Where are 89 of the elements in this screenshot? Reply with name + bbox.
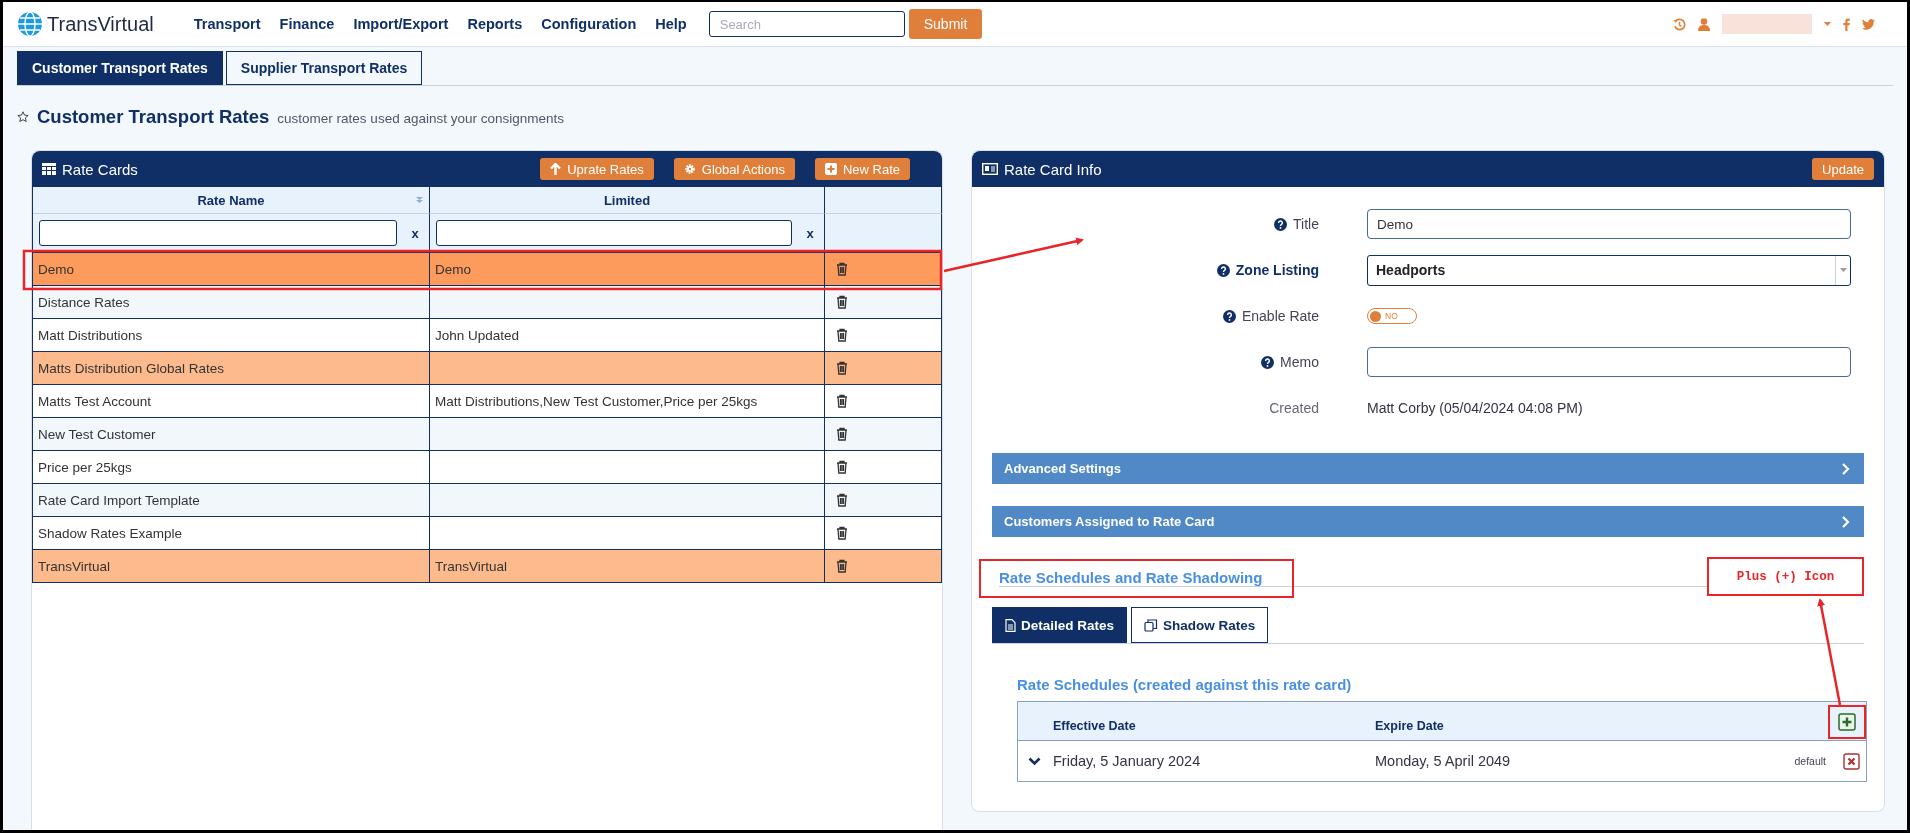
field-label: Created bbox=[1269, 399, 1319, 418]
table-cell[interactable]: Rate Card Import Template bbox=[33, 484, 430, 517]
add-icon[interactable] bbox=[1838, 713, 1856, 731]
trash-icon[interactable] bbox=[836, 394, 848, 408]
trash-icon[interactable] bbox=[836, 460, 848, 474]
arrow-up-icon bbox=[550, 163, 562, 175]
nav-menu-item[interactable]: Transport bbox=[193, 16, 261, 32]
table-cell: TransVirtual bbox=[430, 550, 825, 583]
collapsible-section[interactable]: Customers Assigned to Rate Card bbox=[992, 506, 1864, 537]
collapsible-section[interactable]: Advanced Settings bbox=[992, 453, 1864, 484]
field-label: Zone Listing bbox=[1216, 247, 1319, 293]
delete-icon[interactable] bbox=[1843, 752, 1860, 770]
table-cell[interactable]: TransVirtual bbox=[33, 550, 430, 583]
caret-down-icon[interactable] bbox=[1839, 268, 1847, 272]
globe-logo-icon bbox=[17, 11, 43, 37]
panel-title: Rate Cards bbox=[62, 160, 138, 178]
expire-date: Monday, 5 April 2049 bbox=[1375, 753, 1512, 769]
star-icon[interactable] bbox=[17, 111, 29, 123]
caret-down-icon[interactable] bbox=[1824, 22, 1831, 26]
nav-menu-item[interactable]: Help bbox=[655, 16, 687, 32]
trash-icon[interactable] bbox=[836, 559, 848, 573]
schedules-subtitle: Rate Schedules (created against this rate card) bbox=[1017, 676, 1353, 693]
help-icon bbox=[1222, 309, 1236, 323]
field-label: Memo bbox=[1261, 339, 1319, 385]
created-value: Matt Corby (05/04/2024 04:08 PM) bbox=[1367, 400, 1584, 416]
page-title: Customer Transport Rates bbox=[37, 106, 270, 128]
trash-icon[interactable] bbox=[836, 361, 848, 375]
table-icon bbox=[42, 163, 56, 175]
schedule-tab[interactable]: Detailed Rates bbox=[992, 607, 1128, 643]
table-cell: Demo bbox=[430, 253, 825, 286]
brand-name: TransVirtual bbox=[47, 12, 154, 36]
copy-icon bbox=[1144, 618, 1159, 632]
text-field[interactable]: Demo bbox=[1367, 209, 1851, 239]
column-header[interactable]: Rate Name bbox=[33, 187, 430, 214]
twitter-icon[interactable] bbox=[1862, 18, 1875, 30]
table-cell[interactable]: Matt Distributions bbox=[33, 319, 430, 352]
nav-menu-item[interactable]: Finance bbox=[279, 16, 335, 32]
table-cell[interactable]: Matts Distribution Global Rates bbox=[33, 352, 430, 385]
history-icon[interactable] bbox=[1673, 17, 1686, 31]
chevron-right-icon bbox=[1841, 515, 1850, 528]
annotation-label: Plus (+) Icon bbox=[1707, 557, 1864, 596]
column-header: Expire Date bbox=[1375, 719, 1445, 735]
help-icon bbox=[1261, 355, 1275, 369]
trash-icon[interactable] bbox=[836, 262, 848, 276]
nav-menu-item[interactable]: Configuration bbox=[541, 16, 637, 32]
table-cell: John Updated bbox=[430, 319, 825, 352]
table-cell: Matt Distributions,New Test Customer,Price per 25kgs bbox=[430, 385, 825, 418]
table-cell[interactable]: Price per 25kgs bbox=[33, 451, 430, 484]
page-subtitle: customer rates used against your consignments bbox=[277, 111, 564, 126]
chevron-right-icon bbox=[1841, 462, 1850, 475]
help-icon bbox=[1274, 217, 1288, 231]
column-header[interactable]: Limited bbox=[430, 187, 825, 214]
user-icon[interactable] bbox=[1698, 17, 1710, 31]
trash-icon[interactable] bbox=[836, 295, 848, 309]
field-label: Title bbox=[1274, 201, 1319, 247]
gear-icon bbox=[683, 163, 696, 175]
trash-icon[interactable] bbox=[836, 526, 848, 540]
field-label: Enable Rate bbox=[1222, 293, 1319, 339]
table-cell[interactable]: Demo bbox=[33, 253, 430, 286]
table-cell[interactable]: Shadow Rates Example bbox=[33, 517, 430, 550]
table-cell[interactable]: New Test Customer bbox=[33, 418, 430, 451]
trash-icon[interactable] bbox=[836, 493, 848, 507]
page-tab[interactable]: Customer Transport Rates bbox=[17, 51, 223, 85]
trash-icon[interactable] bbox=[836, 328, 848, 342]
filter-field[interactable] bbox=[436, 220, 792, 246]
nav-menu-item[interactable]: Import/Export bbox=[353, 16, 449, 32]
effective-date: Friday, 5 January 2024 bbox=[1053, 753, 1202, 769]
document-icon bbox=[1005, 618, 1016, 632]
table-cell[interactable]: Matts Test Account bbox=[33, 385, 430, 418]
table-cell[interactable]: Distance Rates bbox=[33, 286, 430, 319]
panel-title: Rate Card Info bbox=[1004, 160, 1102, 178]
clear-filter-button[interactable]: x bbox=[802, 225, 818, 241]
default-label: default bbox=[1794, 755, 1826, 767]
id-card-icon bbox=[982, 163, 998, 175]
clear-filter-button[interactable]: x bbox=[407, 225, 423, 241]
filter-field[interactable] bbox=[39, 220, 397, 246]
schedule-tab[interactable]: Shadow Rates bbox=[1131, 607, 1269, 643]
text-field[interactable] bbox=[1367, 347, 1851, 377]
help-icon bbox=[1216, 263, 1230, 277]
page-tab[interactable]: Supplier Transport Rates bbox=[225, 51, 423, 85]
nav-menu-item[interactable]: Reports bbox=[467, 16, 523, 32]
facebook-icon[interactable] bbox=[1843, 17, 1850, 31]
section-title: Rate Schedules and Rate Shadowing bbox=[999, 569, 1263, 586]
chevron-down-icon[interactable] bbox=[1028, 756, 1041, 766]
trash-icon[interactable] bbox=[836, 427, 848, 441]
plus-square-icon bbox=[824, 163, 837, 175]
zone-select[interactable]: Headports bbox=[1367, 254, 1851, 286]
search-field[interactable]: Search bbox=[708, 11, 905, 37]
column-header: Effective Date bbox=[1052, 719, 1137, 735]
